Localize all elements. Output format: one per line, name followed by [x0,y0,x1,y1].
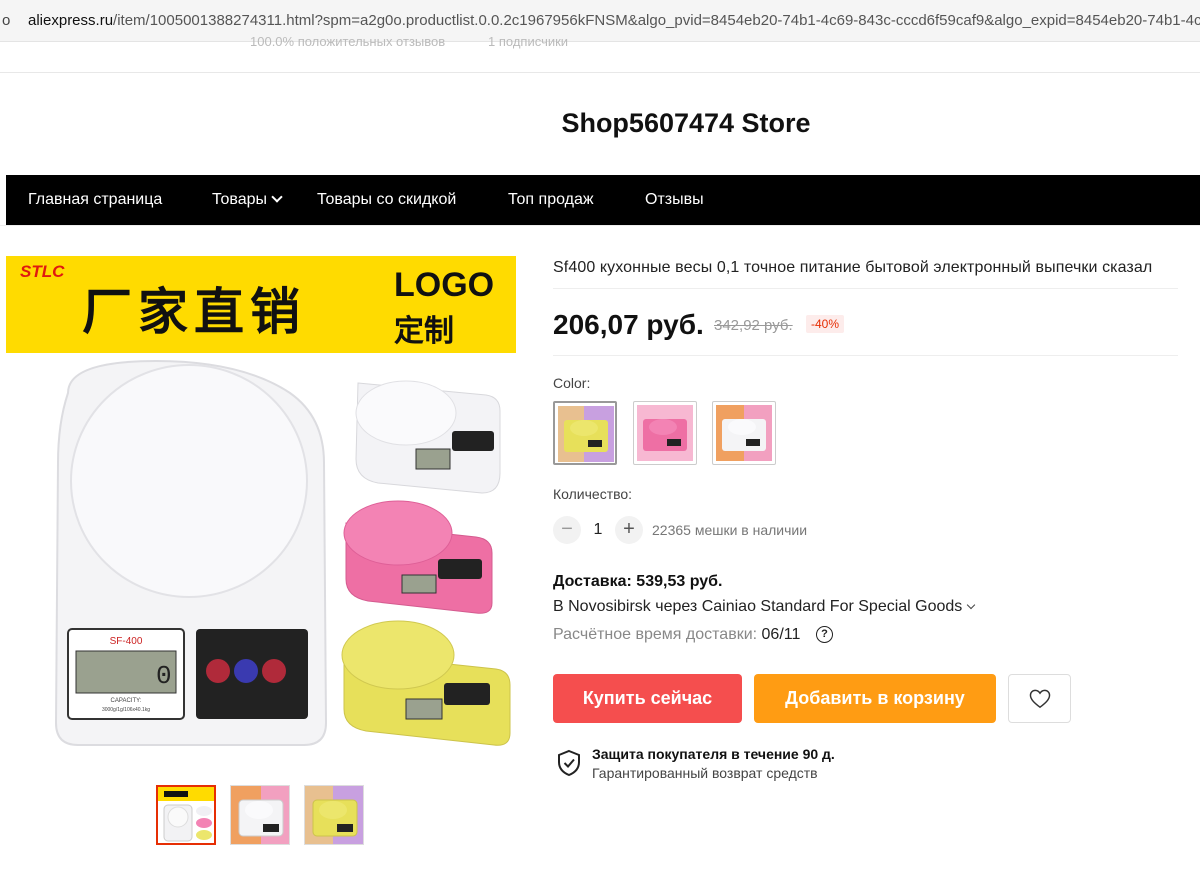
thumbnail-1[interactable] [156,785,216,845]
thumbnail-3-image [305,786,363,844]
buyer-protection-subtitle: Гарантированный возврат средств [592,765,818,781]
divider [0,72,1200,73]
shipping-route-text: В Novosibirsk через Cainiao Standard For… [553,598,963,615]
shipping-route[interactable]: В Novosibirsk через Cainiao Standard For… [553,598,976,616]
buyer-protection-title: Защита покупателя в течение 90 д. [592,746,835,762]
nav-item-products[interactable]: Товары [212,191,283,209]
color-option-pink[interactable] [633,401,697,465]
current-price: 206,07 руб. [553,309,704,340]
shield-check-icon [558,749,580,777]
nav-item-top-sales[interactable]: Топ продаж [508,191,594,209]
seller-rating-peek: 100.0% положительных отзывов [250,34,446,49]
color-option-pink-image [637,405,693,461]
discount-badge: -40% [806,315,845,333]
stock-count: 22365 мешки в наличии [652,522,808,538]
banner-logo-text: LOGO [394,266,495,304]
add-to-cart-button[interactable]: Добавить в корзину [754,674,996,723]
buy-now-button[interactable]: Купить сейчас [553,674,742,723]
thumbnail-3[interactable] [304,785,364,845]
product-title: Sf400 кухонные весы 0,1 точное питание б… [553,259,1153,276]
nav-item-products-label: Товары [212,191,268,208]
banner-headline: 厂家直销 [82,283,306,341]
wishlist-button[interactable] [1008,674,1071,723]
nav-item-discounted[interactable]: Товары со скидкой [317,191,456,209]
address-bar[interactable]: o aliexpress.ru/item/1005001388274311.ht… [0,0,1200,42]
original-price: 342,92 руб. [714,317,793,334]
store-nav: Главная страница Товары Товары со скидко… [0,175,1200,225]
thumbnail-2[interactable] [230,785,290,845]
address-bar-leading-text: o [2,12,11,29]
quantity-increase-button[interactable]: + [615,516,643,544]
nav-item-home[interactable]: Главная страница [28,191,162,209]
heart-icon [1029,689,1051,709]
thumbnail-2-image [231,786,289,844]
product-image-banner: STLC 厂家直销 LOGO 定制 [6,256,516,353]
shipping-cost: Доставка: 539,53 руб. [553,573,723,590]
scale-capacity-label: CAPACITY: [111,698,142,704]
color-option-white-image [716,405,772,461]
help-icon[interactable]: ? [816,626,833,643]
color-option-white[interactable] [712,401,776,465]
nav-edge [0,175,6,225]
chevron-down-icon [967,600,976,610]
store-name[interactable]: Shop5607474 Store [0,108,1200,139]
nav-item-reviews[interactable]: Отзывы [645,191,704,209]
color-label: Color: [553,375,591,391]
quantity-value[interactable]: 1 [586,521,610,539]
color-option-yellow[interactable] [553,401,617,465]
quantity-decrease-button[interactable]: − [553,516,581,544]
banner-logo-subtext: 定制 [394,314,454,349]
url-text[interactable]: aliexpress.ru/item/1005001388274311.html… [28,12,1200,29]
quantity-label: Количество: [553,486,633,502]
divider [553,288,1178,289]
delivery-estimate: Расчётное время доставки: 06/11 [553,626,800,644]
url-path: /item/1005001388274311.html?spm=a2g0o.pr… [113,12,1200,29]
scale-display-value: 0 [156,661,172,691]
delivery-estimate-label: Расчётное время доставки: [553,626,758,643]
thumbnail-1-image [158,787,214,842]
divider [553,355,1178,356]
main-product-image[interactable]: SF-400 0 CAPACITY: 3000g/1g/106x40.1kg [6,353,516,763]
scale-capacity-spec: 3000g/1g/106x40.1kg [102,707,150,713]
kitchen-scale-illustration: SF-400 0 CAPACITY: 3000g/1g/106x40.1kg [54,359,511,746]
scale-model-label: SF-400 [110,636,143,647]
seller-subscribers-peek: 1 подписчики [488,34,569,49]
banner-brand: STLC [20,262,65,281]
url-host: aliexpress.ru [28,12,114,29]
divider [0,225,1200,226]
delivery-estimate-date: 06/11 [761,626,801,643]
chevron-down-icon [271,191,283,203]
color-option-yellow-image [558,406,614,462]
